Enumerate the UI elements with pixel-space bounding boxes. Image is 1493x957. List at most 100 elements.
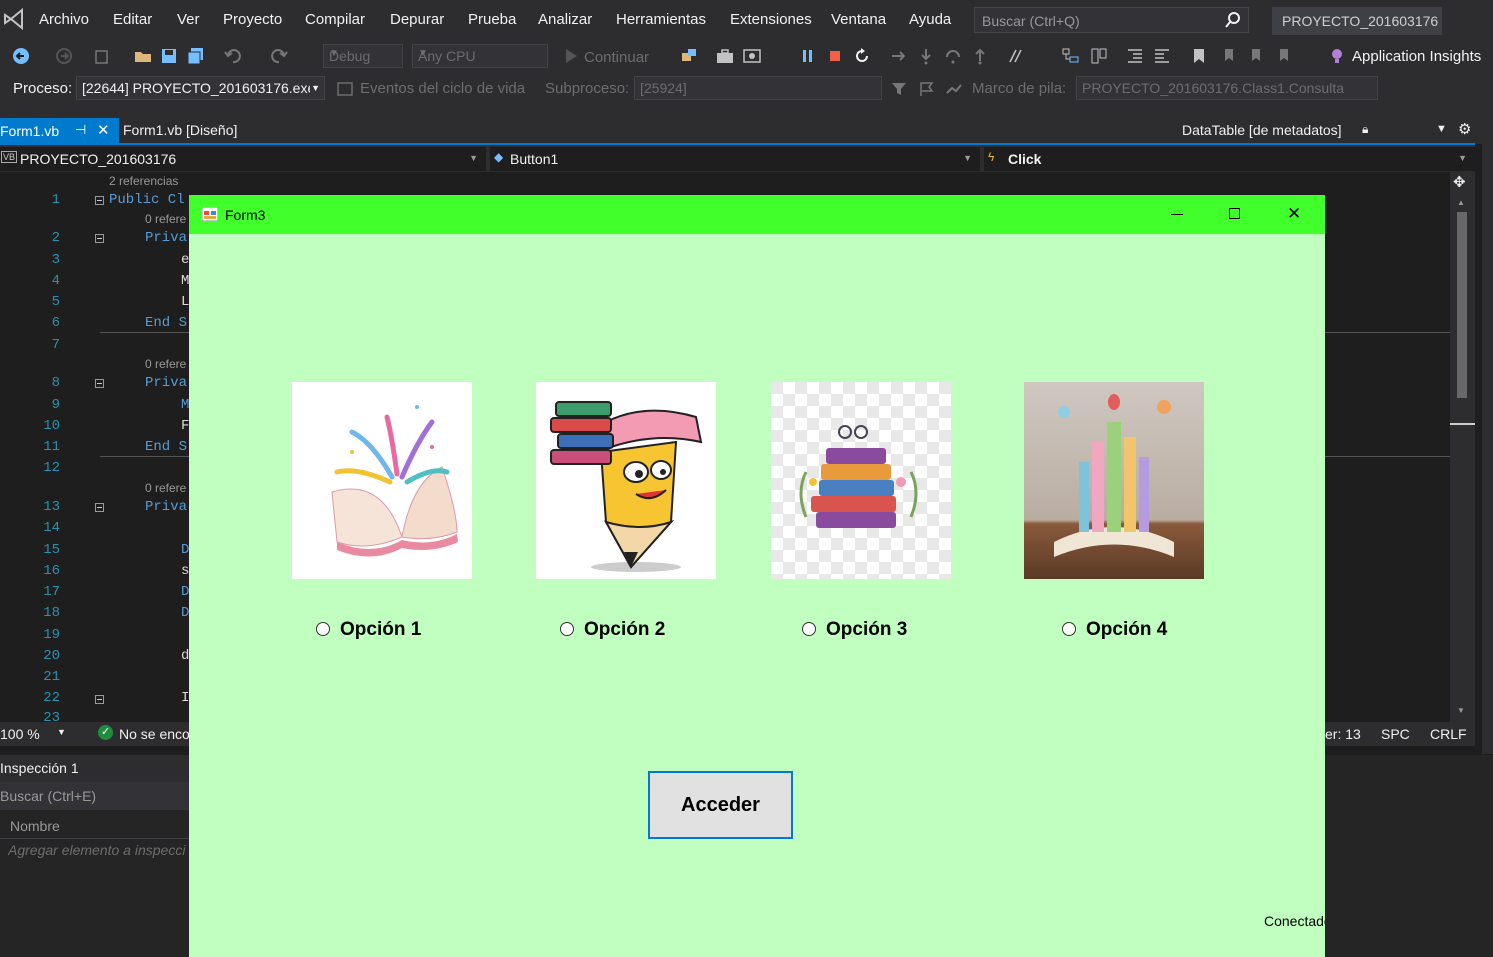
save-all-icon[interactable]: [187, 47, 205, 65]
hierarchy-icon[interactable]: [1062, 47, 1080, 65]
open-folder-icon[interactable]: [134, 47, 152, 65]
radio-circle[interactable]: [1062, 622, 1076, 636]
option-4-label[interactable]: Opción 4: [1086, 619, 1167, 641]
project-scope-select[interactable]: VB PROYECTO_201603176 ▼: [0, 147, 486, 171]
back-icon[interactable]: [12, 47, 30, 65]
chevron-down-icon[interactable]: ▼: [57, 727, 66, 737]
collapse-toggle[interactable]: [95, 196, 104, 205]
option-1-label[interactable]: Opción 1: [340, 619, 421, 641]
close-icon[interactable]: ✕: [97, 121, 110, 139]
open-book-picture[interactable]: [292, 382, 472, 579]
menu-extensiones[interactable]: Extensiones: [730, 11, 812, 28]
toolbox-icon[interactable]: [716, 47, 734, 65]
menu-prueba[interactable]: Prueba: [468, 11, 516, 28]
stack-frame-select[interactable]: PROYECTO_201603176.Class1.Consulta: [1076, 76, 1378, 100]
scroll-down-icon[interactable]: ▼: [1457, 706, 1465, 715]
gear-icon[interactable]: ⚙: [1458, 120, 1471, 138]
solution-config-select[interactable]: Debug ▼: [323, 44, 403, 68]
new-project-icon[interactable]: [93, 47, 111, 65]
restart-icon[interactable]: [853, 47, 871, 65]
show-next-statement-icon[interactable]: [890, 47, 908, 65]
platform-select[interactable]: Any CPU ▼: [412, 44, 548, 68]
issues-status[interactable]: No se enco: [119, 726, 189, 742]
continue-button[interactable]: Continuar: [584, 49, 649, 66]
spacing-indicator[interactable]: SPC: [1381, 726, 1410, 742]
application-insights-button[interactable]: Application Insights: [1352, 48, 1481, 65]
pencil-with-books-picture[interactable]: [536, 382, 716, 579]
menu-proyecto[interactable]: Proyecto: [223, 11, 282, 28]
codelens-references[interactable]: 0 refere: [145, 481, 186, 495]
book-stack-picture[interactable]: [771, 382, 951, 579]
prev-bookmark-icon[interactable]: [1217, 47, 1235, 65]
filter-icon[interactable]: [890, 80, 908, 98]
option-2-label[interactable]: Opción 2: [584, 619, 665, 641]
undo-icon[interactable]: [224, 47, 242, 65]
tab-form1-design[interactable]: Form1.vb [Diseño]: [123, 122, 237, 138]
codelens-references[interactable]: 0 refere: [145, 212, 186, 226]
lifecycle-events-button[interactable]: Eventos del ciclo de vida: [360, 80, 525, 97]
option-3-label[interactable]: Opción 3: [826, 619, 907, 641]
maximize-button[interactable]: [1215, 202, 1255, 228]
menu-ver[interactable]: Ver: [177, 11, 200, 28]
event-select[interactable]: ϟ Click ▼: [984, 147, 1475, 171]
radio-circle[interactable]: [560, 622, 574, 636]
close-button[interactable]: ✕: [1274, 202, 1314, 228]
stop-icon[interactable]: [826, 47, 844, 65]
menu-archivo[interactable]: Archivo: [39, 11, 89, 28]
codelens-references[interactable]: 0 refere: [145, 357, 186, 371]
indent-icon[interactable]: [1126, 47, 1144, 65]
redo-icon[interactable]: [270, 47, 288, 65]
radio-circle[interactable]: [802, 622, 816, 636]
form3-titlebar[interactable]: Form3 ✕: [189, 195, 1325, 234]
tab-overflow-icon[interactable]: ▼: [1436, 123, 1447, 135]
book-city-picture[interactable]: [1024, 382, 1204, 579]
tab-datatable-metadata[interactable]: DataTable [de metadatos]: [1182, 122, 1342, 138]
acceder-button[interactable]: Acceder: [648, 771, 793, 839]
menu-compilar[interactable]: Compilar: [305, 11, 365, 28]
collapse-toggle[interactable]: [95, 503, 104, 512]
collapse-toggle[interactable]: [95, 234, 104, 243]
parallel-stacks-icon[interactable]: [1090, 47, 1108, 65]
scroll-up-icon[interactable]: ▲: [1457, 198, 1465, 207]
search-input[interactable]: Buscar (Ctrl+Q): [974, 7, 1249, 33]
watch-column-name[interactable]: Nombre: [10, 818, 60, 834]
outdent-icon[interactable]: [1153, 47, 1171, 65]
screenshot-icon[interactable]: [743, 47, 761, 65]
collapse-toggle[interactable]: [95, 695, 104, 704]
step-into-icon[interactable]: [917, 47, 935, 65]
collapse-toggle[interactable]: [95, 379, 104, 388]
scrollbar-thumb[interactable]: [1457, 212, 1467, 398]
radio-circle[interactable]: [316, 622, 330, 636]
menu-herramientas[interactable]: Herramientas: [616, 11, 706, 28]
step-over-icon[interactable]: [944, 47, 962, 65]
menu-editar[interactable]: Editar: [113, 11, 152, 28]
codelens-references[interactable]: 2 referencias: [109, 174, 178, 188]
pin-icon[interactable]: ⊣: [75, 122, 86, 138]
watch-search-input[interactable]: Buscar (Ctrl+E): [0, 782, 190, 810]
hex-display-icon[interactable]: [1007, 47, 1025, 65]
thread-select[interactable]: [25924]: [634, 76, 882, 100]
step-out-icon[interactable]: [971, 47, 989, 65]
split-editor-icon[interactable]: ✥: [1453, 173, 1466, 191]
stack-frames-icon[interactable]: [945, 80, 963, 98]
zoom-level[interactable]: 100 %: [0, 726, 40, 742]
pause-icon[interactable]: [799, 47, 817, 65]
next-bookmark-icon[interactable]: [1244, 47, 1262, 65]
menu-analizar[interactable]: Analizar: [538, 11, 592, 28]
menu-ayuda[interactable]: Ayuda: [909, 11, 951, 28]
menu-depurar[interactable]: Depurar: [390, 11, 444, 28]
line-ending-indicator[interactable]: CRLF: [1430, 726, 1467, 742]
bookmark-icon[interactable]: [1190, 47, 1208, 65]
menu-ventana[interactable]: Ventana: [831, 11, 886, 28]
process-select[interactable]: [22644] PROYECTO_201603176.exe ▼: [76, 76, 325, 100]
clear-bookmarks-icon[interactable]: [1272, 47, 1290, 65]
forward-icon[interactable]: [55, 47, 73, 65]
editor-vertical-scrollbar[interactable]: ✥ ▲ ▼: [1450, 172, 1475, 722]
object-select[interactable]: ◆ Button1 ▼: [490, 147, 980, 171]
save-icon[interactable]: [160, 47, 178, 65]
browser-link-icon[interactable]: [680, 47, 698, 65]
minimize-button[interactable]: [1157, 202, 1197, 228]
add-watch-item[interactable]: Agregar elemento a inspecci: [8, 842, 190, 858]
flag-icon[interactable]: [918, 80, 936, 98]
tab-form1-vb[interactable]: Form1.vb ⊣ ✕: [0, 118, 119, 143]
